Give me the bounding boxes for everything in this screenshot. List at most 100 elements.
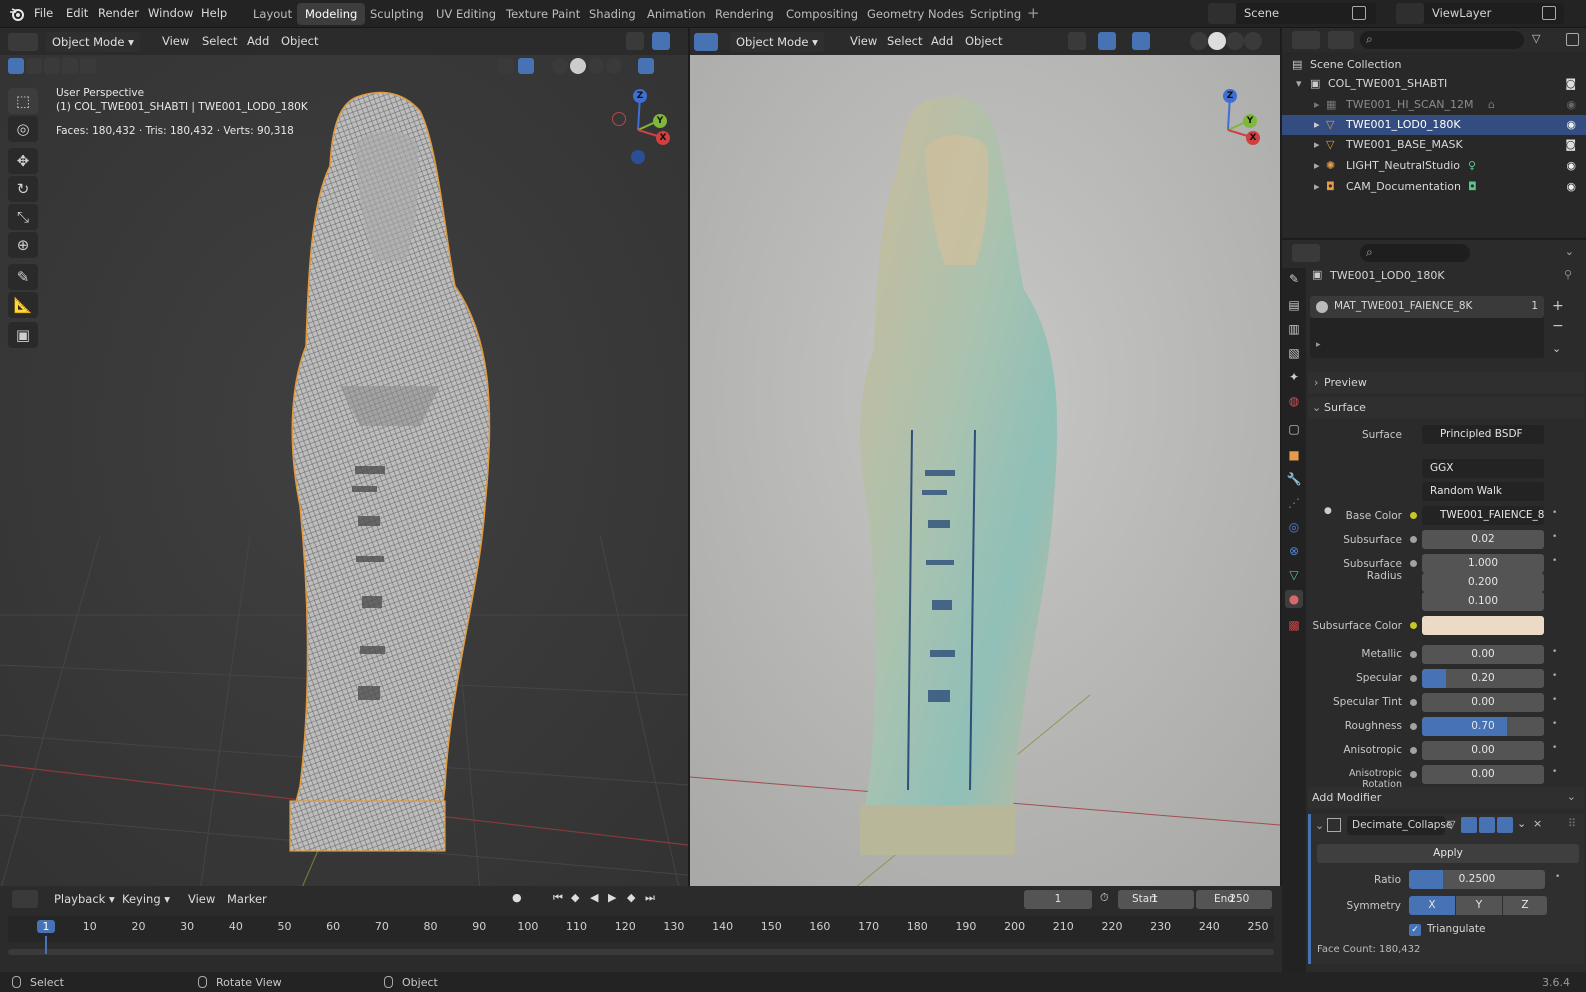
shading-rendered-icon-right[interactable]	[1244, 32, 1262, 50]
symmetry-x-button[interactable]: X	[1409, 896, 1455, 915]
render-toggle-icon[interactable]	[1497, 817, 1513, 833]
render-tab-icon[interactable]: ▤	[1285, 296, 1303, 314]
eye-icon[interactable]: ◉	[1566, 177, 1576, 197]
measure-tool-icon[interactable]: 📐	[8, 292, 38, 318]
anisotropic-slider[interactable]: 0.00	[1422, 741, 1544, 760]
mode-dropdown[interactable]: Object Mode ▾	[46, 32, 140, 52]
play-icon[interactable]: ▶	[608, 891, 616, 904]
view-menu-timeline[interactable]: View	[188, 892, 215, 906]
surface-shader-field[interactable]: Principled BSDF	[1422, 425, 1544, 444]
particles-tab-icon[interactable]: ⋰	[1285, 494, 1303, 512]
gizmo-y-axis[interactable]: Y	[653, 114, 667, 128]
expand-arrow-icon[interactable]: ▸	[1316, 340, 1321, 350]
preview-panel-header[interactable]: › Preview	[1308, 372, 1584, 394]
viewport-left[interactable]: Object Mode ▾ View Select Add Object ⬚ ◎…	[0, 28, 688, 892]
slider-socket[interactable]	[1410, 651, 1417, 658]
constraints-tab-icon[interactable]: ⊗	[1285, 542, 1303, 560]
render-camera-icon[interactable]: ◙	[1565, 74, 1576, 94]
marker-menu[interactable]: Marker	[227, 892, 267, 906]
pin-icon[interactable]: ⚲	[1564, 268, 1572, 281]
tab-rendering[interactable]: Rendering	[707, 3, 782, 25]
subsurface-socket[interactable]	[1410, 536, 1417, 543]
navigation-gizmo[interactable]: Z Y X	[608, 86, 678, 166]
slider-socket[interactable]	[1410, 699, 1417, 706]
material-slot-row[interactable]: MAT_TWE001_FAIENCE_8K 1	[1310, 296, 1544, 318]
eye-hidden-icon[interactable]: ◉	[1566, 95, 1576, 115]
specular-slider[interactable]: 0.20	[1422, 669, 1544, 688]
viewport-right[interactable]: Object Mode ▾ View Select Add Object Z Y…	[690, 28, 1280, 892]
remove-slot-icon[interactable]: −	[1552, 318, 1564, 334]
select-subtract-icon[interactable]	[44, 58, 60, 74]
subsurface-radius-z[interactable]: 0.100	[1422, 592, 1544, 611]
outliner-search-input[interactable]: ⌕	[1360, 31, 1524, 49]
expand-arrow-icon[interactable]: ▸	[1314, 156, 1320, 176]
texture-tab-icon[interactable]: ▩	[1285, 616, 1303, 634]
keyframe-dot-icon[interactable]: •	[1552, 671, 1557, 681]
eye-icon[interactable]: ◉	[1566, 115, 1576, 135]
gizmo-y-axis-right[interactable]: Y	[1243, 114, 1257, 128]
blender-logo-icon[interactable]	[9, 6, 25, 22]
add-cube-tool-icon[interactable]: ▣	[8, 322, 38, 348]
shading-wireframe-icon[interactable]	[552, 58, 568, 74]
add-modifier-dropdown[interactable]: Add Modifier ⌄	[1308, 787, 1584, 809]
menu-help[interactable]: Help	[201, 6, 227, 20]
data-tab-icon[interactable]: ▽	[1285, 566, 1303, 584]
subsurface-radius-x[interactable]: 1.000	[1422, 554, 1544, 573]
world-tab-icon[interactable]: ◍	[1285, 392, 1303, 410]
visibility-icon-right[interactable]	[1068, 32, 1086, 50]
base-color-texture-field[interactable]: TWE001_FAIENCE_8K	[1422, 506, 1544, 525]
properties-editor-icon[interactable]	[1292, 244, 1320, 262]
symmetry-z-button[interactable]: Z	[1503, 896, 1547, 915]
keyframe-dot-icon[interactable]: •	[1552, 695, 1557, 705]
slider-socket[interactable]	[1410, 723, 1417, 730]
material-tab-icon[interactable]: ●	[1285, 590, 1303, 608]
gizmo-toggle-icon-right[interactable]	[1098, 32, 1116, 50]
shading-rendered-icon[interactable]	[606, 58, 622, 74]
jump-end-icon[interactable]: ⏭	[645, 891, 655, 905]
keyframe-dot-icon[interactable]: •	[1552, 556, 1557, 566]
add-menu-right[interactable]: Add	[931, 34, 953, 48]
tab-sculpting[interactable]: Sculpting	[362, 3, 432, 25]
gizmo-x-axis[interactable]: X	[656, 131, 670, 145]
tab-layout[interactable]: Layout	[245, 3, 300, 25]
object-menu-right[interactable]: Object	[965, 34, 1002, 48]
slider-socket[interactable]	[1410, 771, 1417, 778]
expand-arrow-icon[interactable]: ▸	[1314, 115, 1320, 135]
gizmo-neg-z[interactable]	[631, 150, 645, 164]
menu-edit[interactable]: Edit	[66, 6, 88, 20]
xray-icon[interactable]	[518, 58, 534, 74]
edit-mode-toggle-icon[interactable]: ▽	[1447, 818, 1455, 831]
keyframe-dot-icon[interactable]: •	[1555, 872, 1560, 882]
surface-panel-header[interactable]: ⌄ Surface	[1308, 397, 1584, 419]
apply-button[interactable]: Apply	[1317, 844, 1579, 863]
add-menu[interactable]: Add	[247, 34, 269, 48]
shading-wireframe-icon-right[interactable]	[1190, 32, 1208, 50]
outliner-item-lod0[interactable]: ▸ ▽ TWE001_LOD0_180K ◉	[1282, 115, 1586, 135]
end-frame-field[interactable]: End 250	[1196, 890, 1272, 909]
jump-start-icon[interactable]: ⏮	[553, 891, 563, 905]
timeline-scrollbar[interactable]	[8, 949, 1274, 955]
new-scene-icon[interactable]	[1352, 6, 1366, 20]
shading-solid-icon-right[interactable]	[1208, 32, 1226, 50]
chevron-down-icon[interactable]: ⌄	[1315, 819, 1324, 832]
distribution-dropdown[interactable]: GGX	[1422, 459, 1544, 478]
expand-arrow-icon[interactable]: ▸	[1314, 135, 1320, 155]
playback-menu[interactable]: Playback ▾	[54, 892, 115, 906]
tab-modeling[interactable]: Modeling	[297, 3, 366, 25]
select-box-mode-icon[interactable]	[8, 58, 24, 74]
metallic-slider[interactable]: 0.00	[1422, 645, 1544, 664]
select-tool-icon[interactable]: ⬚	[8, 88, 38, 114]
next-keyframe-icon[interactable]: ◆	[627, 891, 635, 904]
view-layer-selector-icon[interactable]	[1396, 3, 1424, 24]
render-camera-icon[interactable]: ◙	[1565, 135, 1576, 155]
play-reverse-icon[interactable]: ◀	[590, 891, 598, 904]
roughness-slider[interactable]: 0.70	[1422, 717, 1544, 736]
shading-material-icon-right[interactable]	[1226, 32, 1244, 50]
tab-shading[interactable]: Shading	[581, 3, 644, 25]
subsurface-method-dropdown[interactable]: Random Walk	[1422, 482, 1544, 501]
expand-arrow-icon[interactable]: ▸	[1314, 95, 1320, 115]
keyframe-dot-icon[interactable]: •	[1552, 532, 1557, 542]
slider-socket[interactable]	[1410, 747, 1417, 754]
add-slot-icon[interactable]: +	[1552, 298, 1564, 314]
output-tab-icon[interactable]: ▥	[1285, 320, 1303, 338]
